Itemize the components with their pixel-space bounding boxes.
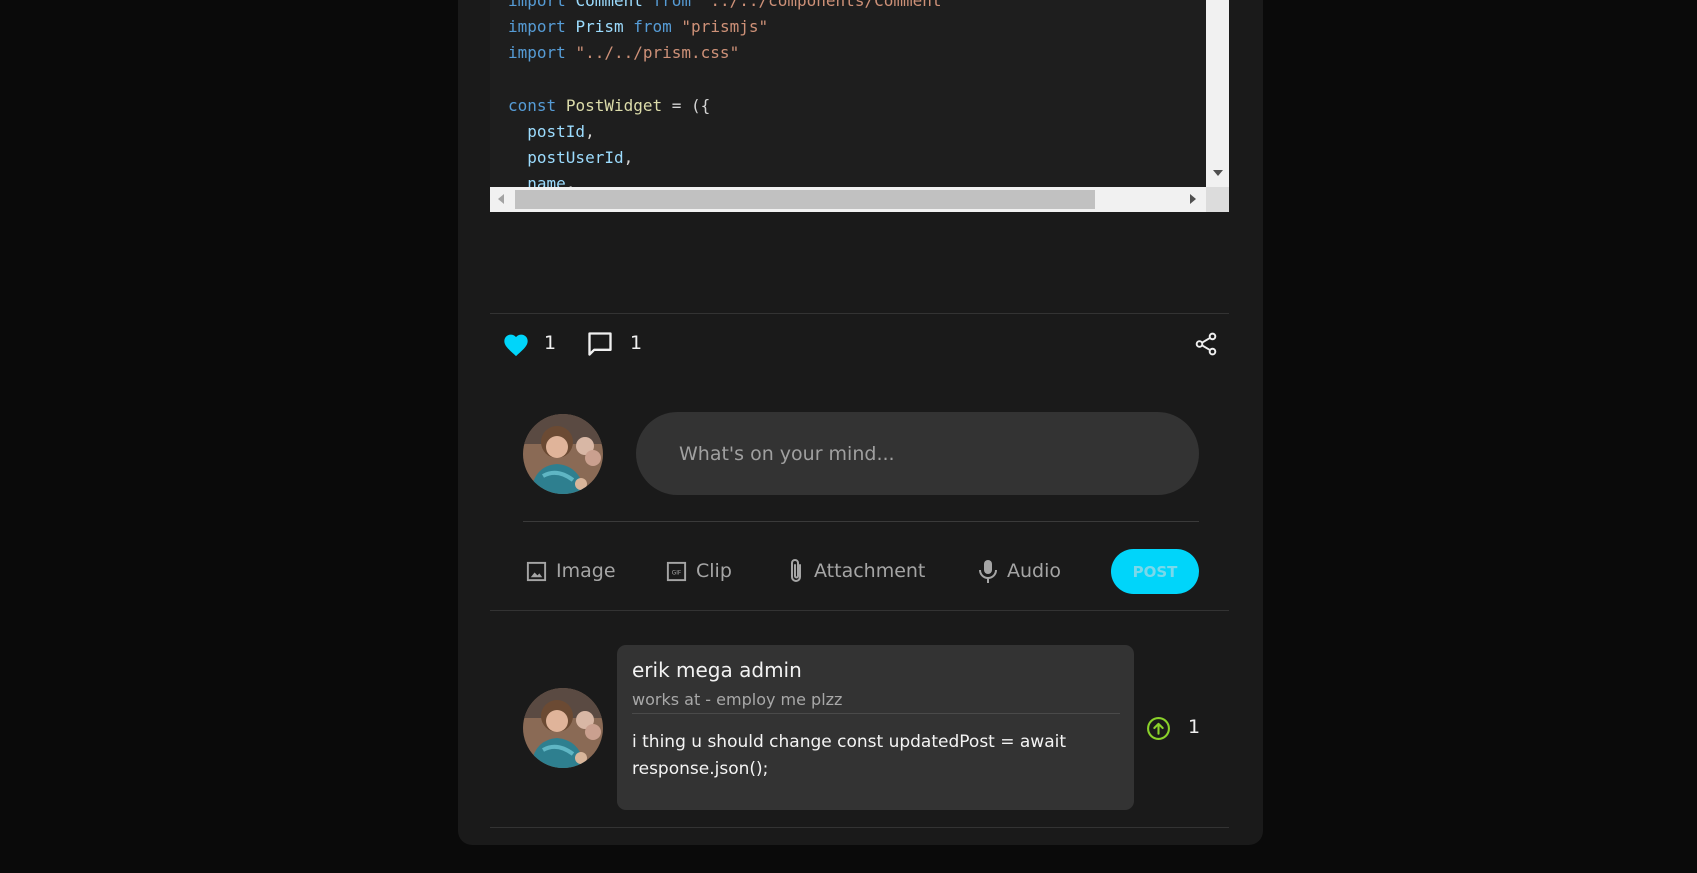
image-icon	[526, 561, 547, 581]
svg-text:GIF: GIF	[672, 570, 681, 576]
audio-label: Audio	[1007, 560, 1062, 582]
avatar[interactable]	[523, 414, 603, 494]
image-button[interactable]: Image	[525, 555, 616, 587]
code-vertical-scrollbar[interactable]	[1206, 0, 1229, 187]
code-block[interactable]: import Comment from "../../components/Co…	[490, 0, 1229, 212]
scroll-right-arrow-icon[interactable]	[1190, 194, 1196, 204]
code-line: import "../../prism.css"	[508, 43, 740, 63]
paperclip-icon	[791, 559, 801, 582]
code-line: import Prism from "prismjs"	[508, 17, 769, 37]
gif-icon: GIF	[666, 561, 687, 581]
microphone-icon	[979, 560, 997, 583]
attachment-label: Attachment	[814, 560, 926, 582]
attachment-button[interactable]: Attachment	[786, 555, 925, 587]
heart-icon[interactable]	[502, 331, 530, 357]
code-line: import Comment from "../../components/Co…	[508, 0, 952, 10]
divider	[490, 313, 1229, 314]
post-button[interactable]: POST	[1111, 549, 1199, 594]
code-line: postId,	[527, 122, 595, 142]
comment-author[interactable]: erik mega admin	[632, 658, 802, 682]
user-photo-icon	[523, 688, 603, 768]
divider	[523, 521, 1199, 522]
scrollbar-thumb[interactable]	[515, 190, 1095, 209]
code-content: import Comment from "../../components/Co…	[508, 0, 951, 198]
comment-icon[interactable]	[586, 330, 614, 358]
post-input[interactable]	[636, 412, 1199, 495]
upvote-count: 1	[1188, 716, 1201, 738]
scroll-down-arrow-icon[interactable]	[1213, 170, 1223, 176]
scroll-left-arrow-icon[interactable]	[498, 194, 504, 204]
comment-subtitle: works at - employ me plzz	[632, 690, 843, 709]
divider	[490, 827, 1229, 828]
upvote-icon[interactable]	[1146, 716, 1171, 741]
code-line: const PostWidget = ({	[508, 95, 711, 115]
like-count: 1	[544, 332, 557, 354]
image-label: Image	[556, 560, 616, 582]
divider	[632, 713, 1120, 714]
audio-button[interactable]: Audio	[977, 555, 1061, 587]
comment-count: 1	[630, 332, 643, 354]
comment-text: i thing u should change const updatedPos…	[632, 732, 1067, 779]
divider	[490, 610, 1229, 611]
user-photo-icon	[523, 414, 603, 494]
code-line: postUserId,	[527, 148, 634, 168]
clip-label: Clip	[696, 560, 732, 582]
comment-avatar[interactable]	[523, 688, 603, 768]
share-icon[interactable]	[1193, 331, 1219, 357]
comment-bubble: erik mega admin works at - employ me plz…	[617, 645, 1134, 810]
code-horizontal-scrollbar[interactable]	[490, 187, 1206, 212]
clip-button[interactable]: GIF Clip	[665, 555, 732, 587]
scrollbar-corner	[1206, 187, 1229, 212]
